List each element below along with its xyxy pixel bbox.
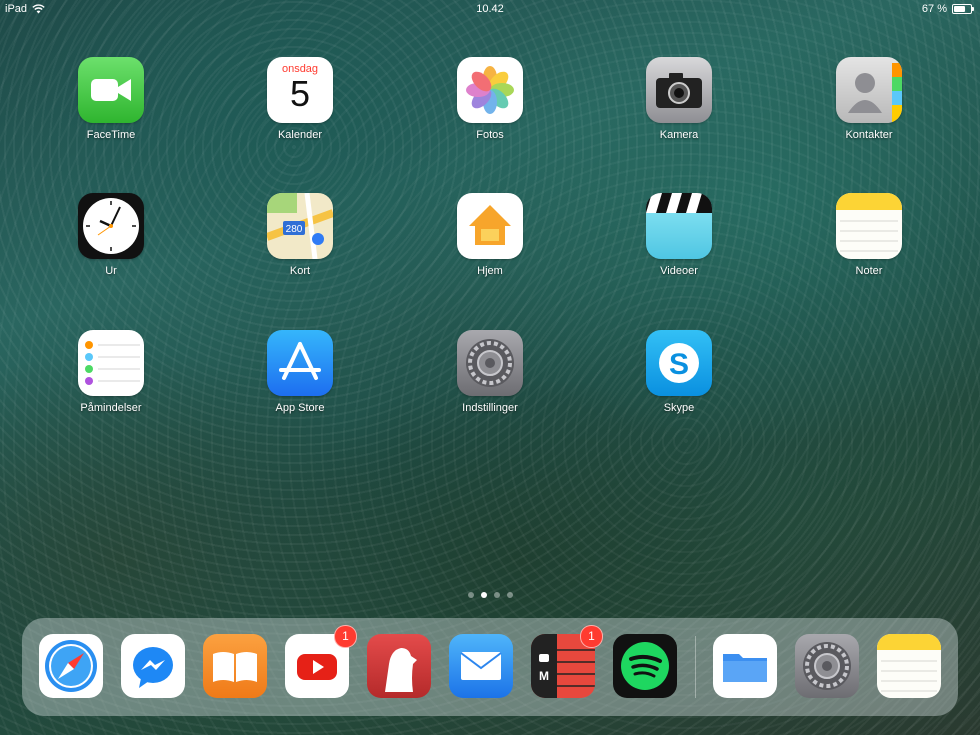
settings-icon xyxy=(795,634,859,698)
app-appstore[interactable]: App Store xyxy=(245,330,355,414)
app-photos[interactable]: Fotos xyxy=(435,57,545,141)
clock-time: 10.42 xyxy=(476,3,504,15)
books-icon xyxy=(203,634,267,698)
status-bar: iPad 10.42 67 % xyxy=(0,0,980,18)
skype-icon: S xyxy=(646,330,712,396)
dock-spotify[interactable] xyxy=(613,634,677,698)
app-label: Kort xyxy=(289,265,311,277)
app-settings[interactable]: Indstillinger xyxy=(435,330,545,414)
app-label: Kontakter xyxy=(845,129,893,141)
notes-icon xyxy=(877,634,941,698)
contacts-icon xyxy=(836,57,902,123)
momentum-mark: M xyxy=(539,669,549,683)
app-label: Noter xyxy=(855,265,883,277)
app-label: FaceTime xyxy=(86,129,136,141)
app-home[interactable]: Hjem xyxy=(435,193,545,277)
dock: 1 M 1 xyxy=(22,618,958,716)
app-facetime[interactable]: FaceTime xyxy=(56,57,166,141)
dock-youtube[interactable]: 1 xyxy=(285,625,357,698)
notes-icon xyxy=(836,193,902,259)
page-indicator[interactable] xyxy=(0,592,980,598)
app-label: Kalender xyxy=(277,129,323,141)
videos-icon xyxy=(646,193,712,259)
files-icon xyxy=(713,634,777,698)
dock-files[interactable] xyxy=(713,634,777,698)
app-label: Indstillinger xyxy=(462,402,518,414)
facetime-icon xyxy=(78,57,144,123)
spotify-icon xyxy=(613,634,677,698)
dock-books[interactable] xyxy=(203,634,267,698)
page-dot[interactable] xyxy=(467,592,474,598)
dock-momentum[interactable]: M 1 xyxy=(531,625,603,698)
camera-icon xyxy=(646,57,712,123)
app-label: Videoer xyxy=(660,265,698,277)
dock-mail[interactable] xyxy=(449,634,513,698)
dock-settings[interactable] xyxy=(795,634,859,698)
app-notes[interactable]: Noter xyxy=(814,193,924,277)
dock-notes[interactable] xyxy=(877,634,941,698)
status-right: 67 % xyxy=(921,3,974,15)
app-videos[interactable]: Videoer xyxy=(624,193,734,277)
app-label: App Store xyxy=(275,402,325,414)
app-maps[interactable]: 280 Kort xyxy=(245,193,355,277)
app-label: Hjem xyxy=(477,265,503,277)
maps-icon: 280 xyxy=(267,193,333,259)
app-contacts[interactable]: Kontakter xyxy=(814,57,924,141)
app-label: Ur xyxy=(105,265,117,277)
bear-icon xyxy=(367,634,431,698)
app-label: Skype xyxy=(663,402,695,414)
settings-icon xyxy=(457,330,523,396)
page-dot-active[interactable] xyxy=(480,592,487,598)
mail-icon xyxy=(449,634,513,698)
app-reminders[interactable]: Påmindelser xyxy=(56,330,166,414)
page-dot[interactable] xyxy=(506,592,513,598)
messenger-icon xyxy=(121,634,185,698)
home-icon xyxy=(457,193,523,259)
svg-text:S: S xyxy=(669,348,689,381)
app-label: Kamera xyxy=(659,129,699,141)
notification-badge: 1 xyxy=(580,625,603,648)
dock-messenger[interactable] xyxy=(121,634,185,698)
maps-route: 280 xyxy=(286,224,303,235)
app-calendar[interactable]: onsdag 5 Kalender xyxy=(245,57,355,141)
dock-safari[interactable] xyxy=(39,634,103,698)
battery-percent: 67 % xyxy=(921,3,947,15)
clock-icon xyxy=(78,193,144,259)
app-label: Påmindelser xyxy=(80,402,142,414)
app-label: Fotos xyxy=(476,129,504,141)
app-skype[interactable]: S Skype xyxy=(624,330,734,414)
notification-badge: 1 xyxy=(334,625,357,648)
calendar-icon: onsdag 5 xyxy=(267,57,333,123)
calendar-day: 5 xyxy=(289,73,311,114)
app-clock[interactable]: Ur xyxy=(56,193,166,277)
safari-icon xyxy=(39,634,103,698)
photos-icon xyxy=(457,57,523,123)
reminders-icon xyxy=(78,330,144,396)
app-camera[interactable]: Kamera xyxy=(624,57,734,141)
page-dot[interactable] xyxy=(493,592,500,598)
battery-icon xyxy=(952,4,974,14)
appstore-icon xyxy=(267,330,333,396)
dock-bear[interactable] xyxy=(367,634,431,698)
dock-separator xyxy=(695,636,696,698)
